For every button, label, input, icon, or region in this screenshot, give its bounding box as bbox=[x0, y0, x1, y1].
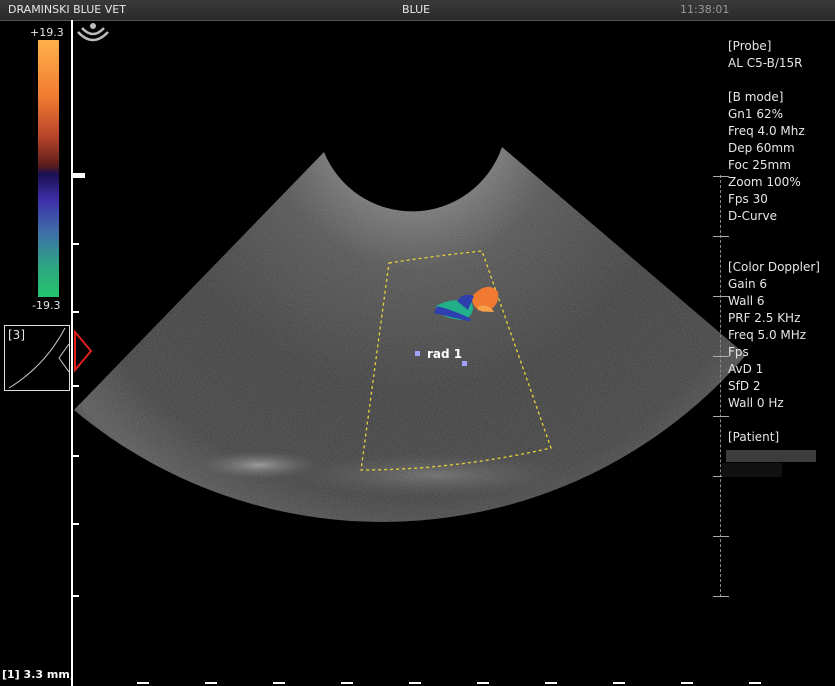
lateral-tick bbox=[681, 682, 693, 684]
lateral-tick bbox=[205, 682, 217, 684]
caliper-end[interactable] bbox=[462, 361, 467, 366]
lateral-tick bbox=[137, 682, 149, 684]
clock: 11:38:01 bbox=[680, 3, 730, 16]
bmode-header: [B mode] bbox=[728, 90, 784, 104]
lateral-tick bbox=[273, 682, 285, 684]
doppler-color-bar bbox=[38, 40, 59, 297]
ruler-tick bbox=[713, 356, 729, 357]
lateral-tick bbox=[749, 682, 761, 684]
ruler-tick bbox=[713, 596, 729, 597]
color-scale-min: -19.3 bbox=[32, 299, 61, 312]
bmode-zoom: Zoom 100% bbox=[728, 175, 801, 189]
bmode-info: [B mode] Gn1 62% Freq 4.0 Mhz Dep 60mm F… bbox=[728, 89, 805, 225]
doppler-gain: Gain 6 bbox=[728, 277, 768, 291]
caliper-start[interactable] bbox=[415, 351, 420, 356]
doppler-fps: Fps bbox=[728, 345, 749, 359]
probe-header: [Probe] bbox=[728, 39, 772, 53]
depth-ruler-right bbox=[720, 175, 723, 597]
color-doppler-info: [Color Doppler] Gain 6 Wall 6 PRF 2.5 KH… bbox=[728, 259, 820, 412]
lateral-tick bbox=[477, 682, 489, 684]
ultrasound-image[interactable]: rad 1 bbox=[74, 20, 764, 686]
mode-label: BLUE bbox=[402, 3, 431, 16]
bmode-focus: Foc 25mm bbox=[728, 158, 791, 172]
patient-info: [Patient] bbox=[728, 429, 779, 446]
doppler-freq: Freq 5.0 MHz bbox=[728, 328, 807, 342]
redacted-patient-id bbox=[726, 450, 816, 462]
doppler-wall: Wall 6 bbox=[728, 294, 765, 308]
ruler-tick bbox=[713, 236, 729, 237]
measurement-label: rad 1 bbox=[427, 347, 462, 361]
doppler-avd: AvD 1 bbox=[728, 362, 764, 376]
lateral-tick bbox=[613, 682, 625, 684]
bmode-curve: D-Curve bbox=[728, 209, 777, 223]
doppler-wall-filter: Wall 0 Hz bbox=[728, 396, 784, 410]
depth-axis bbox=[71, 20, 73, 686]
lateral-tick bbox=[341, 682, 353, 684]
patient-header: [Patient] bbox=[728, 430, 780, 444]
redacted-patient-name bbox=[722, 463, 782, 477]
color-scale-max: +19.3 bbox=[30, 26, 64, 39]
bmode-fps: Fps 30 bbox=[728, 192, 768, 206]
bmode-gain: Gn1 62% bbox=[728, 107, 784, 121]
ruler-tick bbox=[713, 536, 729, 537]
lateral-tick bbox=[409, 682, 421, 684]
lateral-tick bbox=[545, 682, 557, 684]
thumbnail-label: [3] bbox=[8, 328, 25, 342]
ruler-tick bbox=[713, 416, 729, 417]
bmode-depth: Dep 60mm bbox=[728, 141, 795, 155]
bmode-freq: Freq 4.0 Mhz bbox=[728, 124, 805, 138]
echo-band bbox=[294, 453, 574, 497]
device-brand: DRAMINSKI BLUE VET bbox=[8, 3, 126, 16]
title-bar: DRAMINSKI BLUE VET BLUE 11:38:01 bbox=[0, 0, 835, 21]
ruler-tick bbox=[713, 296, 729, 297]
doppler-header: [Color Doppler] bbox=[728, 260, 820, 274]
doppler-sfd: SfD 2 bbox=[728, 379, 761, 393]
probe-info: [Probe] AL C5-B/15R bbox=[728, 38, 803, 72]
probe-name: AL C5-B/15R bbox=[728, 56, 803, 70]
doppler-prf: PRF 2.5 KHz bbox=[728, 311, 801, 325]
measurement-readout: [1] 3.3 mm; bbox=[2, 668, 75, 681]
ruler-tick bbox=[713, 176, 729, 177]
